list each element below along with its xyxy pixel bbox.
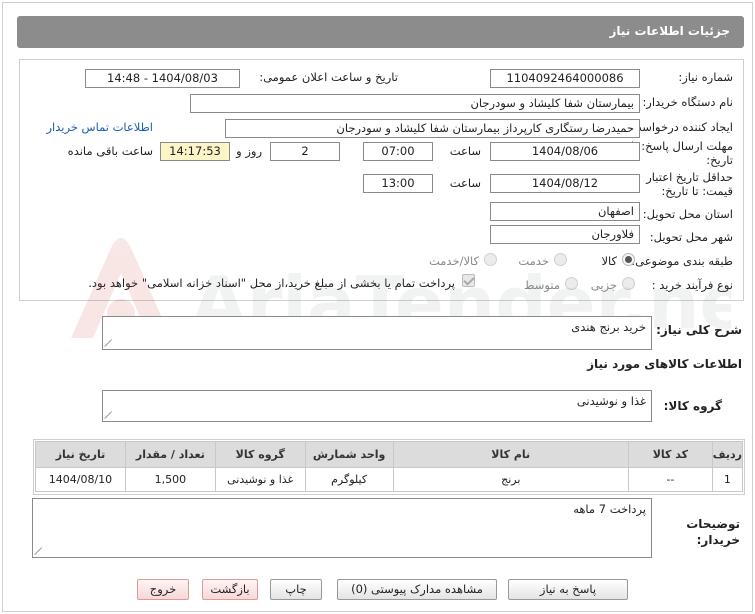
cell-row-number: 1: [711, 467, 744, 492]
col-row-number: ردیف: [711, 441, 744, 468]
page-title: جزئیات اطلاعات نیاز: [609, 24, 730, 38]
goods-table-header: ردیف کد کالا نام کالا واحد شمارش گروه کا…: [35, 441, 744, 468]
summary-textarea[interactable]: خرید برنج هندی: [102, 316, 652, 350]
category-radio-both[interactable]: [484, 253, 497, 266]
remaining-time-label: ساعت باقی مانده: [67, 144, 153, 158]
deadline-time-label: ساعت: [449, 144, 481, 158]
cell-unit: کیلوگرم: [304, 467, 394, 492]
city-label: شهر محل تحویل:: [649, 230, 733, 244]
process-option-medium: متوسط: [523, 278, 560, 292]
goods-group-textarea[interactable]: غذا و نوشیدنی: [102, 390, 652, 422]
treasury-payment-note: پرداخت تمام یا بخشی از مبلغ خرید،از محل …: [88, 276, 455, 290]
goods-group-label: گروه کالا:: [663, 399, 722, 413]
announce-label: تاریخ و ساعت اعلان عمومی:: [259, 70, 398, 84]
col-need-date: تاریخ نیاز: [35, 441, 126, 468]
page-frame: جزئیات اطلاعات نیاز شماره نیاز: 11040924…: [2, 2, 753, 612]
need-number-field: 1104092464000086: [490, 69, 640, 88]
deadline-label-date: تاریخ:: [706, 153, 733, 167]
category-option-goods: کالا: [601, 254, 617, 268]
validity-time-field: 13:00: [363, 174, 433, 193]
days-label: روز و: [236, 144, 262, 158]
col-item-group: گروه کالا: [214, 441, 306, 468]
buyer-notes-label: توضیحات: [686, 517, 740, 531]
creator-label: ایجاد کننده درخواست:: [627, 120, 733, 134]
summary-label: شرح کلی نیاز:: [656, 323, 742, 337]
need-number-label: شماره نیاز:: [678, 70, 733, 84]
treasury-payment-checkbox[interactable]: [462, 274, 475, 287]
goods-group-text: غذا و نوشیدنی: [576, 394, 646, 408]
table-row[interactable]: 1 -- برنج کیلوگرم غذا و نوشیدنی 1,500 14…: [35, 467, 744, 492]
buyer-notes-text: پرداخت 7 ماهه: [573, 502, 646, 516]
reply-button[interactable]: پاسخ به نیاز: [508, 579, 628, 600]
remaining-time-field: 14:17:53: [160, 142, 230, 161]
validity-time-label: ساعت: [449, 176, 481, 190]
print-button[interactable]: چاپ: [270, 579, 322, 600]
days-remaining-field: 2: [270, 142, 340, 161]
goods-table: ردیف کد کالا نام کالا واحد شمارش گروه کا…: [35, 441, 744, 492]
cell-item-name: برنج: [392, 467, 629, 492]
category-label: طبقه بندی موضوعی:: [631, 254, 733, 268]
back-button[interactable]: بازگشت: [202, 579, 258, 600]
validity-date-field: 1404/08/12: [490, 174, 640, 193]
buyer-label: نام دستگاه خریدار:: [642, 95, 733, 109]
col-item-code: کد کالا: [627, 441, 713, 468]
process-label: نوع فرآیند خرید :: [651, 278, 733, 292]
announce-field: 1404/08/03 - 14:48: [85, 69, 240, 88]
cell-item-code: --: [627, 467, 713, 492]
cell-item-group: غذا و نوشیدنی: [214, 467, 306, 492]
category-radio-goods[interactable]: [622, 253, 635, 266]
need-details-panel: شماره نیاز: 1104092464000086 تاریخ و ساع…: [19, 59, 744, 301]
deadline-label: مهلت ارسال پاسخ: تا: [630, 139, 733, 153]
province-label: استان محل تحویل:: [642, 207, 733, 221]
process-radio-medium[interactable]: [565, 277, 578, 290]
creator-field: حمیدرضا رستگاری کارپرداز بیمارستان شفا ک…: [225, 119, 640, 138]
validity-label-date: قیمت: تا تاریخ:: [661, 184, 733, 198]
page-header: جزئیات اطلاعات نیاز: [17, 16, 744, 48]
process-radio-minor[interactable]: [622, 277, 635, 290]
buyer-notes-label-2: خریدار:: [696, 533, 740, 547]
col-quantity: تعداد / مقدار: [124, 441, 216, 468]
validity-label: حداقل تاریخ اعتبار: [646, 170, 733, 184]
resize-grip-icon[interactable]: [105, 339, 113, 347]
deadline-time-field: 07:00: [363, 142, 433, 161]
col-unit: واحد شمارش: [304, 441, 394, 468]
goods-section-title: اطلاعات کالاهای مورد نیاز: [587, 357, 742, 371]
summary-text: خرید برنج هندی: [571, 320, 646, 334]
deadline-date-field: 1404/08/06: [490, 142, 640, 161]
city-field: فلاورجان: [490, 225, 640, 244]
cell-need-date: 1404/08/10: [35, 467, 126, 492]
process-option-minor: جزیی: [590, 278, 617, 292]
category-option-service: خدمت: [518, 254, 549, 268]
resize-grip-icon[interactable]: [105, 411, 113, 419]
category-option-both: کالا/خدمت: [428, 254, 479, 268]
buyer-notes-textarea[interactable]: پرداخت 7 ماهه: [32, 498, 652, 558]
cell-quantity: 1,500: [124, 467, 216, 492]
col-item-name: نام کالا: [392, 441, 629, 468]
category-radio-service[interactable]: [554, 253, 567, 266]
exit-button[interactable]: خروج: [137, 579, 189, 600]
view-attachments-button[interactable]: مشاهده مدارک پیوستی (0): [337, 579, 497, 600]
resize-grip-icon[interactable]: [35, 547, 43, 555]
buyer-field: بیمارستان شفا کلیشاد و سودرجان: [190, 94, 640, 113]
province-field: اصفهان: [490, 202, 640, 221]
buyer-contact-link[interactable]: اطلاعات تماس خریدار: [46, 120, 153, 134]
